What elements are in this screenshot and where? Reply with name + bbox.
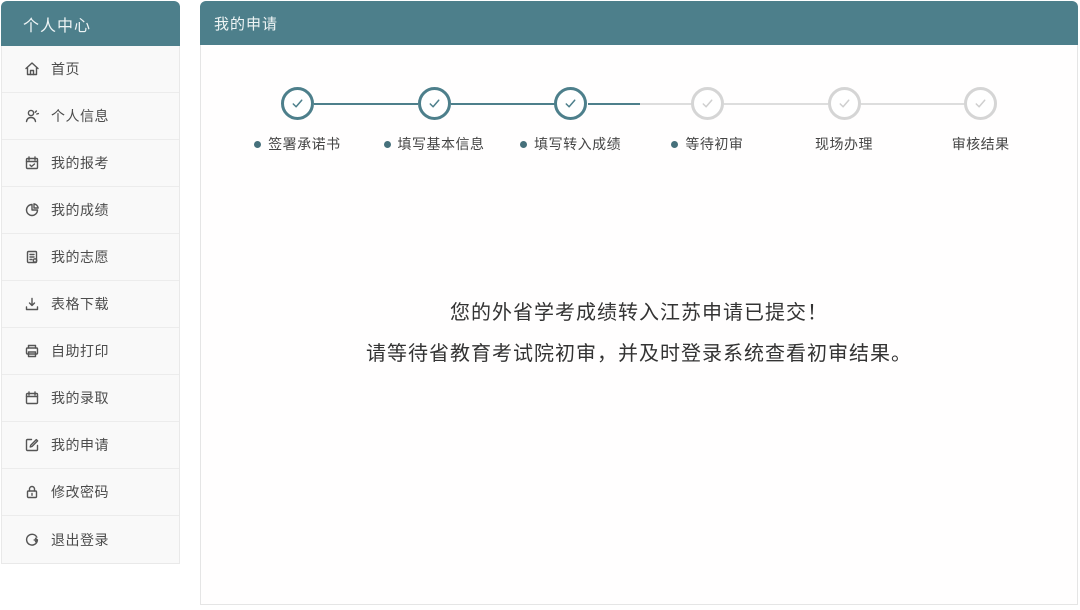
sidebar-item-clipboard[interactable]: 我的志愿 <box>2 234 179 281</box>
step-label: 签署承诺书 <box>254 134 341 154</box>
step-label: 填写基本信息 <box>383 134 485 154</box>
sidebar-item-calendar-check[interactable]: 我的报考 <box>2 140 179 187</box>
download-icon <box>23 296 40 313</box>
submission-message: 您的外省学考成绩转入江苏申请已提交！ 请等待省教育考试院初审，并及时登录系统查看… <box>201 293 1077 375</box>
submission-message-line1: 您的外省学考成绩转入江苏申请已提交！ <box>450 302 828 324</box>
sidebar-item-label: 我的成绩 <box>51 202 109 218</box>
calendar-check-icon <box>23 155 40 172</box>
submission-message-line2: 请等待省教育考试院初审，并及时登录系统查看初审结果。 <box>366 343 912 365</box>
calendar-icon <box>23 390 40 407</box>
step-label: 等待初审 <box>671 134 743 154</box>
step-check-done-icon <box>417 87 451 120</box>
home-icon <box>23 61 40 78</box>
step-1: 签署承诺书 <box>229 87 419 154</box>
sidebar-item-label: 修改密码 <box>51 484 109 500</box>
step-connector <box>314 103 419 105</box>
sidebar-item-label: 个人信息 <box>51 108 109 124</box>
logout-icon <box>23 531 40 548</box>
step-3: 填写转入成绩 <box>502 87 692 154</box>
step-label: 审核结果 <box>952 134 1010 154</box>
sidebar-item-label: 我的报考 <box>51 155 109 171</box>
sidebar: 个人中心 首页个人信息我的报考我的成绩我的志愿表格下载自助打印我的录取我的申请修… <box>1 1 180 564</box>
step-label: 现场办理 <box>815 134 873 154</box>
step-check-done-icon <box>554 87 588 120</box>
step-connector <box>724 103 829 105</box>
sidebar-item-download[interactable]: 表格下载 <box>2 281 179 328</box>
step-connector <box>451 103 555 105</box>
edit-icon <box>23 437 40 454</box>
sidebar-item-label: 我的申请 <box>51 437 109 453</box>
sidebar-item-printer[interactable]: 自助打印 <box>2 328 179 375</box>
step-bullet-dot <box>383 140 391 148</box>
step-connector <box>587 103 692 105</box>
sidebar-menu: 首页个人信息我的报考我的成绩我的志愿表格下载自助打印我的录取我的申请修改密码退出… <box>1 46 180 564</box>
step-check-pending-icon <box>964 87 998 120</box>
sidebar-item-lock[interactable]: 修改密码 <box>2 469 179 516</box>
sidebar-item-logout[interactable]: 退出登录 <box>2 516 179 563</box>
sidebar-item-home[interactable]: 首页 <box>2 46 179 93</box>
sidebar-item-edit[interactable]: 我的申请 <box>2 422 179 469</box>
sidebar-item-label: 首页 <box>51 61 80 77</box>
page-title: 我的申请 <box>200 1 1078 45</box>
sidebar-item-label: 退出登录 <box>51 531 109 548</box>
step-bullet-dot <box>520 140 528 148</box>
step-6: 审核结果 <box>912 87 1049 154</box>
step-bullet-dot <box>671 140 679 148</box>
step-label-text: 填写基本信息 <box>397 136 485 152</box>
step-label-text: 现场办理 <box>815 136 874 152</box>
step-connector <box>861 103 966 105</box>
step-label-text: 签署承诺书 <box>268 136 341 152</box>
sidebar-item-label: 自助打印 <box>51 343 109 359</box>
sidebar-item-calendar[interactable]: 我的录取 <box>2 375 179 422</box>
step-label: 填写转入成绩 <box>520 134 621 154</box>
step-label-text: 填写转入成绩 <box>534 136 622 152</box>
step-4: 等待初审 <box>639 87 829 154</box>
clipboard-icon <box>23 249 40 266</box>
sidebar-item-pie-chart[interactable]: 我的成绩 <box>2 187 179 234</box>
step-check-done-icon <box>280 87 314 120</box>
sidebar-item-label: 我的录取 <box>51 390 109 406</box>
main-body: 签署承诺书 填写基本信息 填写转入成绩 等待初审 现场办理 审核结果 您的外省学考成绩转入… <box>200 45 1078 605</box>
step-label-text: 审核结果 <box>951 136 1010 152</box>
printer-icon <box>23 343 40 360</box>
user-icon <box>23 108 40 125</box>
progress-stepper: 签署承诺书 填写基本信息 填写转入成绩 等待初审 现场办理 审核结果 <box>201 87 1077 154</box>
sidebar-item-user[interactable]: 个人信息 <box>2 93 179 140</box>
main-panel: 我的申请 签署承诺书 填写基本信息 填写转入成绩 等待初审 现场办理 审核结果 您的外省学… <box>200 1 1078 605</box>
sidebar-item-label: 表格下载 <box>51 296 109 312</box>
step-2: 填写基本信息 <box>366 87 555 154</box>
step-check-pending-icon <box>827 87 861 120</box>
lock-icon <box>23 484 40 501</box>
step-check-pending-icon <box>690 87 724 120</box>
step-label-text: 等待初审 <box>685 136 744 152</box>
pie-chart-icon <box>23 202 40 219</box>
step-bullet-dot <box>254 140 262 148</box>
sidebar-item-label: 我的志愿 <box>51 249 109 265</box>
step-5: 现场办理 <box>776 87 966 154</box>
sidebar-title: 个人中心 <box>1 1 180 46</box>
